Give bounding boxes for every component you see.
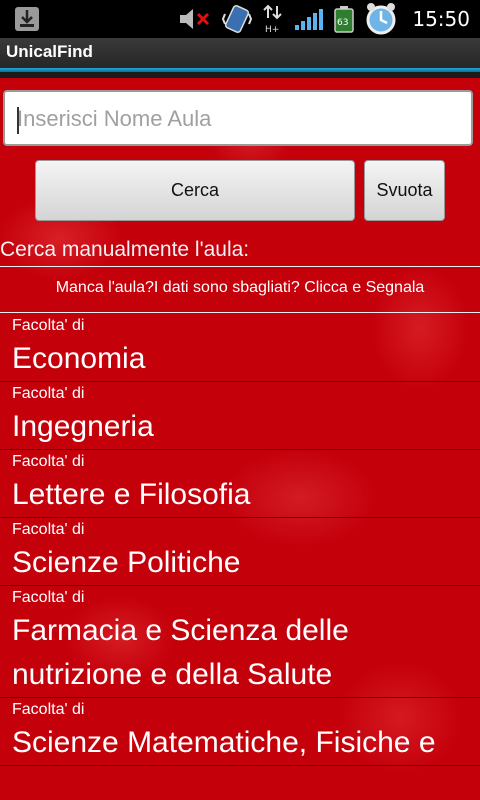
list-item[interactable]: Facolta' di Farmacia e Scienza delle nut… (0, 586, 480, 698)
app-title-bar: UnicalFind (0, 38, 480, 68)
faculty-name: Scienze Matematiche, Fisiche e (12, 726, 436, 759)
download-icon (15, 7, 39, 31)
app-title: UnicalFind (6, 42, 93, 61)
search-input[interactable] (15, 100, 459, 138)
svg-text:63: 63 (337, 18, 348, 28)
faculty-prefix: Facolta' di (12, 453, 85, 470)
phone-vibrate-icon (222, 4, 253, 34)
faculty-name: Economia (12, 342, 146, 375)
faculty-prefix: Facolta' di (12, 589, 85, 606)
faculty-prefix: Facolta' di (12, 385, 85, 402)
manual-search-label: Cerca manualmente l'aula: (0, 238, 250, 261)
battery-icon: 63 (334, 6, 355, 33)
divider (0, 266, 480, 267)
signal-icon (295, 9, 324, 30)
report-link[interactable]: Manca l'aula?I dati sono sbagliati? Clic… (0, 279, 480, 297)
faculty-prefix: Facolta' di (12, 701, 85, 718)
clear-button[interactable]: Svuota (364, 160, 445, 221)
search-button[interactable]: Cerca (35, 160, 355, 221)
faculty-name: Ingegneria (12, 410, 154, 443)
alarm-icon (366, 3, 396, 35)
list-item[interactable]: Facolta' di Scienze Matematiche, Fisiche… (0, 698, 480, 766)
list-item[interactable]: Facolta' di Ingegneria (0, 382, 480, 450)
muted-volume-icon (180, 9, 210, 29)
faculty-list: Facolta' di Economia Facolta' di Ingegne… (0, 314, 480, 766)
status-bar: H+ 63 15:50 (0, 0, 480, 38)
faculty-prefix: Facolta' di (12, 521, 85, 538)
list-item[interactable]: Facolta' di Lettere e Filosofia (0, 450, 480, 518)
faculty-name: Lettere e Filosofia (12, 478, 251, 511)
status-time: 15:50 (412, 7, 470, 31)
faculty-prefix: Facolta' di (12, 317, 85, 334)
faculty-name: Farmacia e Scienza delle nutrizione e de… (12, 614, 349, 691)
search-field[interactable] (3, 90, 473, 146)
list-item[interactable]: Facolta' di Economia (0, 314, 480, 382)
list-item[interactable]: Facolta' di Scienze Politiche (0, 518, 480, 586)
svg-text:H+: H+ (265, 25, 279, 34)
divider (0, 312, 480, 313)
main-content: Cerca Svuota Cerca manualmente l'aula: M… (0, 78, 480, 800)
data-hplus-icon: H+ (263, 4, 283, 34)
faculty-name: Scienze Politiche (12, 546, 241, 579)
